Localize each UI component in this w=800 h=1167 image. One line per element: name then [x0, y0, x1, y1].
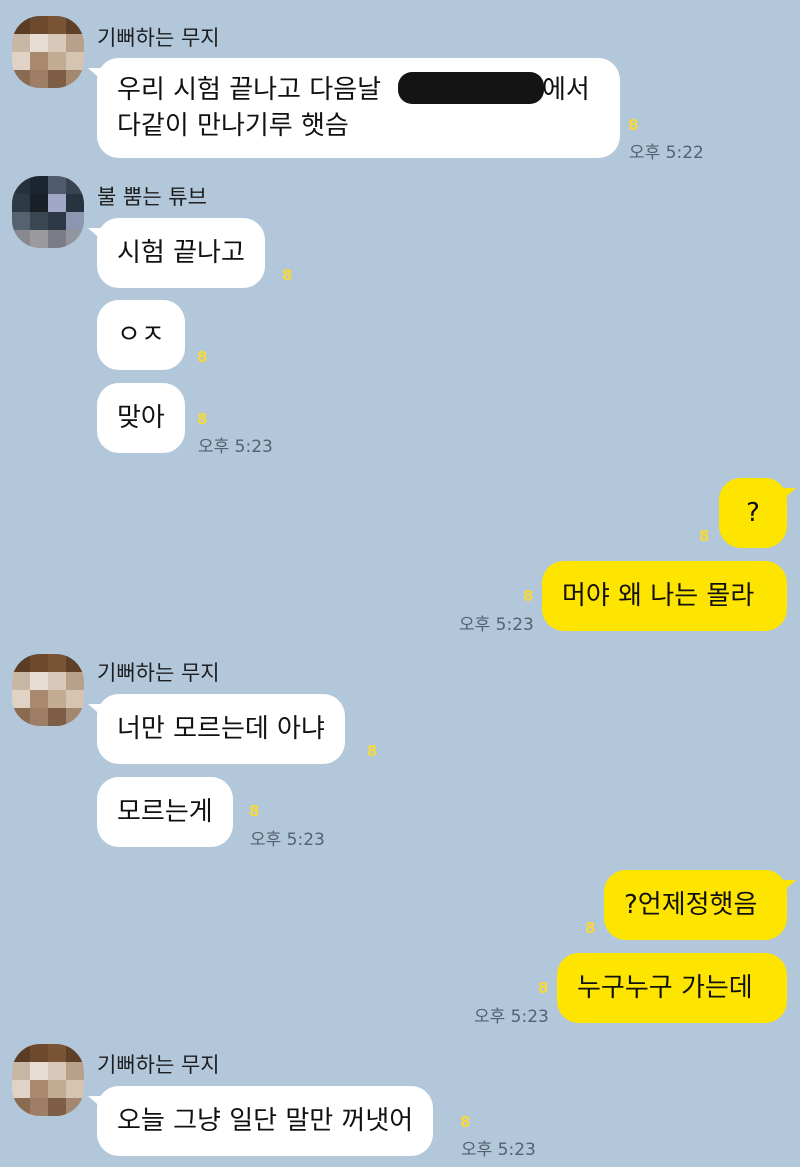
- timestamp: 오후 5:23: [461, 1140, 536, 1160]
- avatar-muji[interactable]: [12, 16, 84, 88]
- redaction-mark: [398, 72, 544, 104]
- sender-name: 불 뿜는 튜브: [97, 185, 207, 209]
- message-line: 다같이 만나기루 햇슴: [117, 111, 349, 141]
- timestamp: 오후 5:23: [250, 830, 325, 850]
- unread-count: 8: [538, 979, 549, 997]
- message-bubble[interactable]: ?언제정햇음: [604, 870, 796, 940]
- unread-count: 8: [249, 802, 260, 820]
- message-bubble[interactable]: ㅇㅈ: [97, 300, 185, 370]
- avatar-tube[interactable]: [12, 176, 84, 248]
- message-bubble[interactable]: 누구누구 가는데: [557, 953, 787, 1023]
- message-bubble[interactable]: 오늘 그냥 일단 말만 꺼냇어: [87, 1086, 434, 1156]
- unread-count: 8: [585, 919, 596, 937]
- unread-count: 8: [460, 1113, 471, 1131]
- message-tail-text: 에서: [542, 75, 590, 105]
- sender-name: 기뻐하는 무지: [97, 661, 220, 685]
- avatar-muji[interactable]: [12, 654, 84, 726]
- message-bubble[interactable]: 너만 모르는데 아냐: [88, 694, 345, 764]
- sender-name: 기뻐하는 무지: [97, 26, 220, 50]
- timestamp: 오후 5:23: [459, 615, 534, 635]
- unread-count: 8: [699, 527, 710, 545]
- timestamp: 오후 5:23: [474, 1007, 549, 1027]
- unread-count: 8: [282, 266, 293, 284]
- unread-count: 8: [523, 587, 534, 605]
- timestamp: 오후 5:23: [198, 437, 273, 457]
- message-bubble[interactable]: 머야 왜 나는 몰라: [542, 561, 787, 631]
- unread-count: 8: [367, 742, 378, 760]
- unread-count: 8: [628, 116, 639, 134]
- message-bubble[interactable]: 모르는게: [97, 777, 233, 847]
- message-bubble[interactable]: ?: [719, 478, 796, 548]
- message-bubble[interactable]: 시험 끝나고: [88, 218, 265, 288]
- timestamp: 오후 5:22: [629, 143, 704, 163]
- message-bubble[interactable]: 맞아: [97, 383, 185, 453]
- unread-count: 8: [197, 348, 208, 366]
- unread-count: 8: [197, 410, 208, 428]
- sender-name: 기뻐하는 무지: [97, 1053, 220, 1077]
- avatar-muji[interactable]: [12, 1044, 84, 1116]
